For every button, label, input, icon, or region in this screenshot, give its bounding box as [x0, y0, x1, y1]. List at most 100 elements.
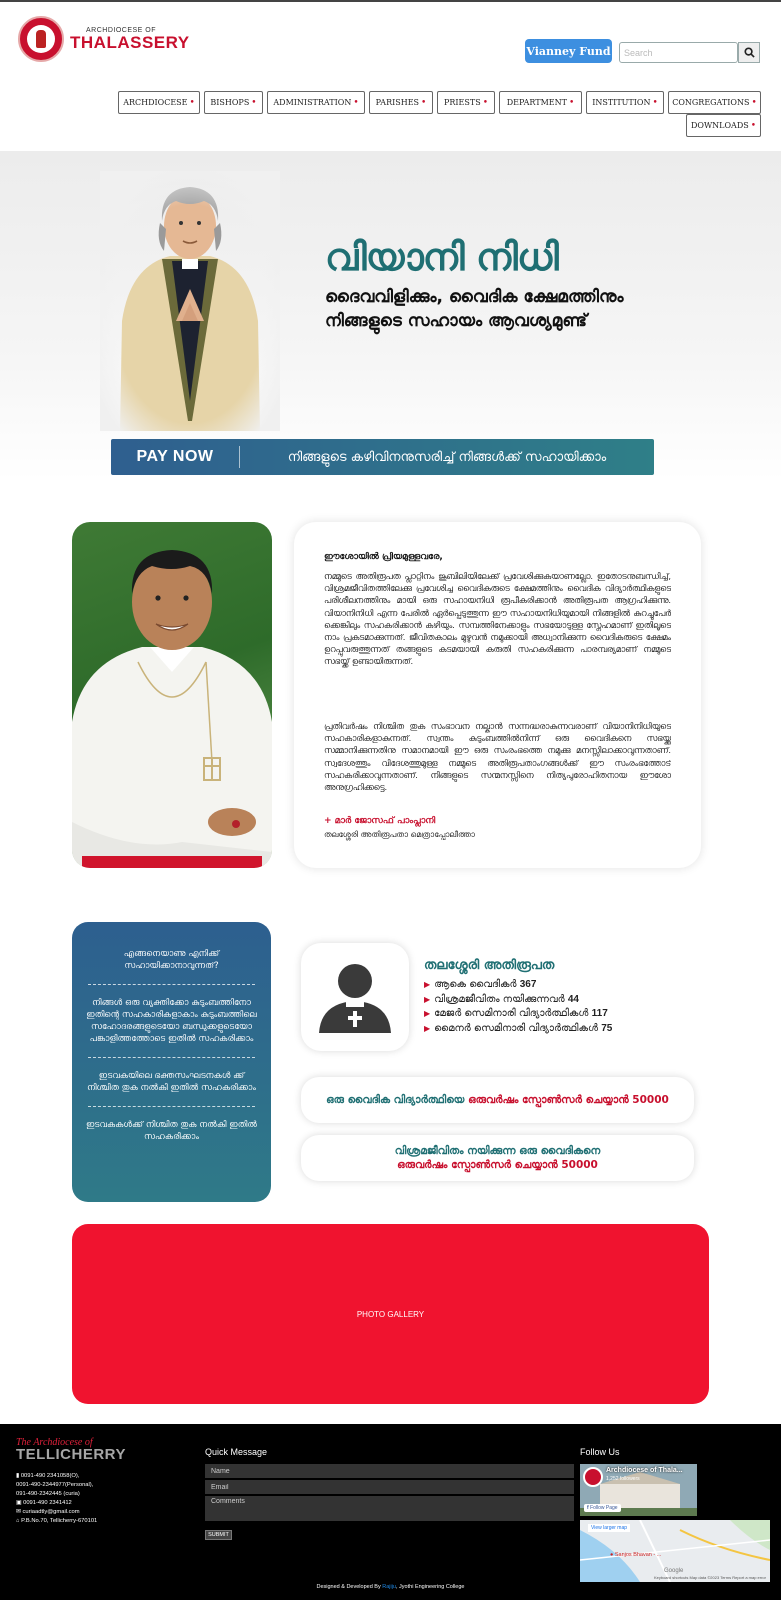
- nav-dot: •: [189, 97, 195, 108]
- contact-fax: ▣ 0091-490 2341412: [16, 1499, 97, 1508]
- nav-label: BISHOPS: [210, 98, 250, 107]
- sponsor-seminarian-button[interactable]: ഒരു വൈദിക വിദ്യാർത്ഥിയെ ഒരുവർഷം സ്പോൺസർ …: [301, 1077, 694, 1123]
- letter-paragraph-2: പ്രതിവർഷം നിശ്ചിത തുക സംഭാവന നല്കാൻ സന്ന…: [324, 721, 671, 793]
- letter-paragraph-1: നമ്മുടെ അതിരൂപത പ്ലാറ്റിനം ജൂബിലിയിലേക്ക…: [324, 571, 671, 667]
- contact-text: curiaadtly@gmail.com: [22, 1509, 80, 1515]
- credit-link[interactable]: Rajiju: [382, 1584, 396, 1590]
- nav-label: INSTITUTION: [592, 98, 651, 107]
- bullet-triangle-icon: ▶: [424, 1023, 431, 1033]
- credit-suffix: , Jyothi Engineering College: [396, 1584, 465, 1590]
- facebook-avatar: [583, 1467, 603, 1487]
- submit-button[interactable]: SUBMIT: [205, 1530, 232, 1540]
- google-map-embed[interactable]: View larger map ● Sanjos Bhavan - ... Go…: [580, 1520, 770, 1582]
- site-logo[interactable]: ARCHDIOCESE OF THALASSERY: [18, 16, 190, 62]
- name-field[interactable]: [205, 1464, 574, 1478]
- nav-dot: •: [251, 97, 257, 108]
- divider: [88, 1106, 255, 1107]
- nav-dot: •: [482, 97, 488, 108]
- map-credits[interactable]: Keyboard shortcuts Map data ©2023 Terms …: [654, 1575, 766, 1580]
- sponsor-retired-priest-button[interactable]: വിശ്രമജീവിതം നയിക്കുന്ന ഒരു വൈദികനെ ഒരുവ…: [301, 1135, 694, 1181]
- stat-label: മൈനർ സെമിനാരി വിദ്യാർത്ഥികൾ: [434, 1022, 599, 1034]
- letter-salutation: ഈശോയിൽ പ്രിയമുള്ളവരേ,: [324, 552, 443, 562]
- sponsor-seminarian-text-b: ഒരുവർഷം സ്പോൺസർ ചെയ്യാൻ 50000: [468, 1094, 669, 1106]
- stat-value: 75: [601, 1022, 613, 1034]
- facebook-page-widget[interactable]: Archdiocese of Thala... 1,252 followers …: [580, 1464, 697, 1516]
- nav-label: DEPARTMENT: [506, 98, 567, 107]
- view-larger-map-link[interactable]: View larger map: [588, 1524, 631, 1532]
- contact-text: P.B.No.70, Tellicherry-670101: [21, 1518, 98, 1524]
- photo-gallery-label: PHOTO GALLERY: [356, 1309, 425, 1319]
- vianney-banner: വിയാനി നിധി ദൈവവിളിക്കും, വൈദിക ക്ഷേമത്ത…: [0, 151, 781, 481]
- top-border: [0, 0, 781, 2]
- nav-bishops[interactable]: BISHOPS •: [204, 91, 263, 114]
- archdiocese-stats-list: ▶ ആകെ വൈദികർ 367 ▶ വിശ്രമജീവിതം നയിക്കുന്ന…: [424, 978, 612, 1036]
- saint-john-vianney-illustration: [100, 171, 280, 431]
- follow-us-heading: Follow Us: [580, 1447, 620, 1457]
- stat-label: വിശ്രമജീവിതം നയിക്കുന്നവർ: [434, 993, 565, 1005]
- footer-credit: Designed & Developed By Rajiju, Jyothi E…: [0, 1584, 781, 1590]
- pay-now-bar[interactable]: PAY NOW നിങ്ങളുടെ കഴിവിനനുസരിച്ച് നിങ്ങൾ…: [111, 439, 654, 475]
- nav-institution[interactable]: INSTITUTION •: [586, 91, 664, 114]
- contact-text: 0091-490 2341058(O),: [20, 1473, 80, 1479]
- footer-contact-info: ▮ 0091-490 2341058(O), 0091-490-2344977(…: [16, 1472, 97, 1526]
- letter-signatory-role: തലശ്ശേരി അതിരൂപതാ മെത്രാപ്പോലീത്താ: [324, 830, 475, 839]
- footer-logo-title: TELLICHERRY: [16, 1446, 126, 1463]
- bishop-portrait-illustration: [72, 550, 272, 868]
- stat-row: ▶ ആകെ വൈദികർ 367: [424, 978, 612, 993]
- priest-silhouette-icon: [319, 964, 391, 1033]
- contact-text: 091-490-2342445 (curia): [16, 1491, 80, 1497]
- search-button[interactable]: [738, 42, 760, 63]
- nav-label: ADMINISTRATION: [273, 98, 352, 107]
- search-input[interactable]: [619, 42, 738, 63]
- help-option: ഇടവകയിലെ ഭക്തസംഘടനകൾ ക്ക് നിശ്ചിത തുക നൽ…: [87, 1071, 256, 1093]
- bishop-photo: [72, 522, 272, 868]
- contact-phone: ▮ 0091-490 2341058(O),: [16, 1472, 97, 1481]
- map-place-label: ● Sanjos Bhavan - ...: [610, 1552, 661, 1558]
- banner-title: വിയാനി നിധി: [325, 235, 559, 279]
- map-place-text: Sanjos Bhavan - ...: [614, 1552, 662, 1558]
- stat-value: 44: [567, 993, 579, 1005]
- archdiocese-seal-icon: [18, 16, 64, 62]
- stat-row: ▶ വിശ്രമജീവിതം നയിക്കുന്നവർ 44: [424, 993, 612, 1008]
- contact-email[interactable]: ✉ curiaadtly@gmail.com: [16, 1508, 97, 1517]
- stat-label: മേജർ സെമിനാരി വിദ്യാർത്ഥികൾ: [434, 1008, 589, 1019]
- facebook-followers: 1,252 followers: [606, 1476, 640, 1482]
- comments-field[interactable]: [205, 1496, 574, 1521]
- contact-text: 0091-490 2341412: [23, 1500, 72, 1506]
- vianney-fund-button[interactable]: Vianney Fund: [525, 39, 612, 63]
- bishop-letter-card: ഈശോയിൽ പ്രിയമുള്ളവരേ, നമ്മുടെ അതിരൂപത പ്…: [294, 522, 701, 868]
- nav-label: CONGREGATIONS: [672, 98, 750, 107]
- nav-downloads[interactable]: DOWNLOADS •: [686, 114, 761, 137]
- logo-title: THALASSERY: [70, 33, 190, 52]
- sponsor-retired-text-b: ഒരുവർഷം സ്പോൺസർ ചെയ്യാൻ 50000: [397, 1159, 598, 1171]
- bullet-triangle-icon: ▶: [424, 994, 431, 1004]
- stat-value: 367: [519, 979, 537, 990]
- nav-archdiocese[interactable]: ARCHDIOCESE •: [118, 91, 200, 114]
- nav-label: PARISHES: [375, 98, 420, 107]
- nav-dot: •: [353, 97, 359, 108]
- nav-administration[interactable]: ADMINISTRATION •: [267, 91, 365, 114]
- nav-label: ARCHDIOCESE: [123, 98, 188, 107]
- banner-subtitle-line-1: ദൈവവിളിക്കും, വൈദിക ക്ഷേമത്തിനും: [325, 287, 624, 307]
- nav-parishes[interactable]: PARISHES •: [369, 91, 433, 114]
- nav-dot: •: [750, 120, 757, 131]
- pay-now-button[interactable]: PAY NOW: [111, 448, 239, 466]
- nav-priests[interactable]: PRIESTS •: [437, 91, 495, 114]
- quick-message-heading: Quick Message: [205, 1447, 268, 1457]
- nav-congregations[interactable]: CONGREGATIONS •: [668, 91, 761, 114]
- letter-signature: + മാർ ജോസഫ് പാംപ്ലാനി: [324, 816, 436, 826]
- nav-department[interactable]: DEPARTMENT •: [499, 91, 582, 114]
- priest-avatar-box: [301, 943, 409, 1051]
- contact-address: ⌂ P.B.No.70, Tellicherry-670101: [16, 1517, 97, 1526]
- nav-dot: •: [568, 97, 575, 108]
- email-field[interactable]: [205, 1480, 574, 1494]
- facebook-page-title[interactable]: Archdiocese of Thala...: [606, 1467, 683, 1474]
- search-icon: [743, 47, 755, 58]
- help-question: എങ്ങനെയാണു എനിക്ക് സഹായിക്കാനാവുന്നത്?: [123, 949, 220, 971]
- facebook-follow-button[interactable]: f Follow Page: [584, 1504, 621, 1512]
- nav-label: PRIESTS: [443, 98, 481, 107]
- pay-now-text: നിങ്ങളുടെ കഴിവിനനുസരിച്ച് നിങ്ങൾക്ക് സഹാ…: [287, 449, 607, 465]
- photo-gallery[interactable]: PHOTO GALLERY: [72, 1224, 709, 1404]
- help-option: നിങ്ങൾ ഒരു വ്യക്തിക്കോ കുടുംബത്തിനോ ഇതിന…: [86, 998, 257, 1044]
- facebook-follow-label: Follow Page: [590, 1505, 618, 1511]
